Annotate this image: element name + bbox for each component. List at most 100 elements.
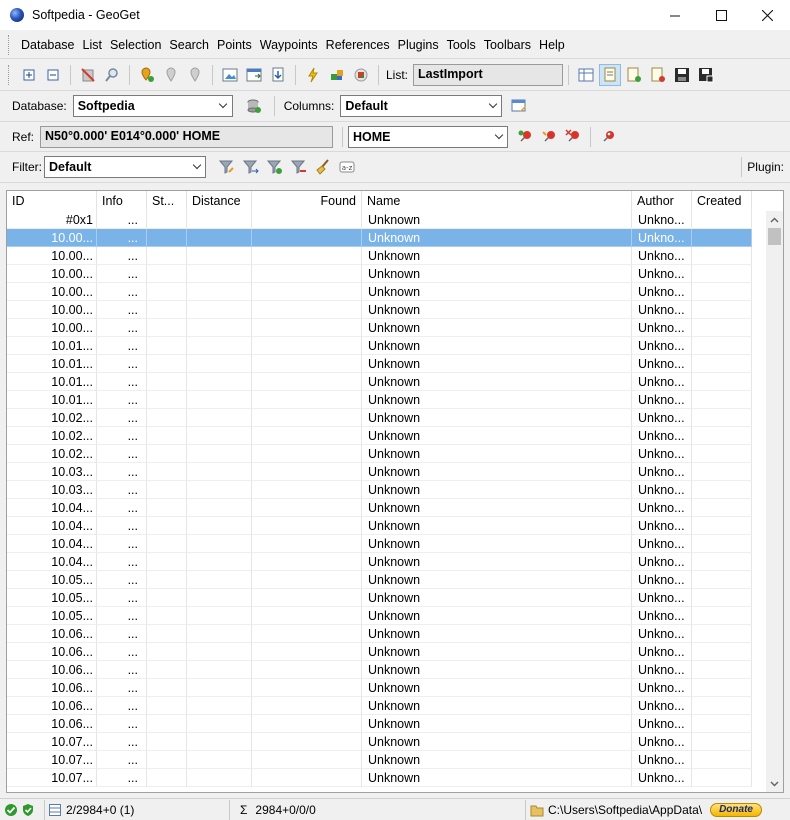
table-row[interactable]: 10.04...... Unknown Unkno... — [7, 499, 752, 517]
remove-waypoint-button[interactable] — [184, 64, 206, 86]
edit-waypoint-button[interactable] — [160, 64, 182, 86]
menu-references[interactable]: References — [322, 31, 394, 59]
maximize-button[interactable] — [698, 0, 744, 31]
table-row[interactable]: 10.06...... Unknown Unkno... — [7, 643, 752, 661]
table-row[interactable]: 10.01...... Unknown Unkno... — [7, 391, 752, 409]
menu-waypoints[interactable]: Waypoints — [256, 31, 322, 59]
database-select[interactable]: Softpedia — [72, 95, 233, 117]
ref-point-select[interactable]: HOME — [348, 125, 509, 148]
remove-from-list-button[interactable] — [647, 64, 669, 86]
table-row[interactable]: 10.01...... Unknown Unkno... — [7, 355, 752, 373]
filter-select[interactable]: Default — [44, 156, 206, 178]
table-row[interactable]: 10.06...... Unknown Unkno... — [7, 661, 752, 679]
scroll-up-button[interactable] — [766, 211, 783, 228]
sort-button[interactable]: a-z — [336, 156, 358, 178]
map-button[interactable] — [219, 64, 241, 86]
donate-button[interactable]: Donate — [710, 802, 762, 817]
database-add-button[interactable] — [243, 95, 265, 117]
run-macro-button[interactable] — [302, 64, 324, 86]
add-to-list-button[interactable] — [623, 64, 645, 86]
table-row[interactable]: 10.00...... Unknown Unkno... — [7, 265, 752, 283]
chevron-down-icon[interactable] — [188, 157, 205, 177]
table-row[interactable]: 10.06...... Unknown Unkno... — [7, 697, 752, 715]
table-row[interactable]: 10.05...... Unknown Unkno... — [7, 607, 752, 625]
column-header-distance[interactable]: Distance — [187, 191, 252, 211]
menu-list[interactable]: List — [79, 31, 106, 59]
table-row[interactable]: 10.00...... Unknown Unkno... — [7, 301, 752, 319]
table-row[interactable]: 10.06...... Unknown Unkno... — [7, 715, 752, 733]
filter-edit-button[interactable] — [216, 156, 238, 178]
table-row[interactable]: 10.04...... Unknown Unkno... — [7, 553, 752, 571]
table-row[interactable]: 10.00...... Unknown Unkno... — [7, 319, 752, 337]
minimize-button[interactable] — [652, 0, 698, 31]
chevron-down-icon[interactable] — [215, 96, 232, 116]
collapse-all-button[interactable] — [42, 64, 64, 86]
column-header-name[interactable]: Name — [362, 191, 632, 211]
delete-cache-button[interactable] — [77, 64, 99, 86]
save-as-button[interactable] — [695, 64, 717, 86]
table-row[interactable]: 10.00...... Unknown Unkno... — [7, 283, 752, 301]
menu-plugins[interactable]: Plugins — [394, 31, 443, 59]
chevron-down-icon[interactable] — [490, 127, 507, 147]
ref-home-button[interactable] — [597, 126, 619, 148]
expand-all-button[interactable] — [18, 64, 40, 86]
vertical-scrollbar[interactable] — [766, 211, 783, 792]
table-row[interactable]: 10.04...... Unknown Unkno... — [7, 517, 752, 535]
table-row[interactable]: 10.00...... Unknown Unkno... — [7, 229, 752, 247]
table-row[interactable]: 10.04...... Unknown Unkno... — [7, 535, 752, 553]
table-row[interactable]: 10.01...... Unknown Unkno... — [7, 373, 752, 391]
menu-selection[interactable]: Selection — [106, 31, 165, 59]
table-row[interactable]: 10.06...... Unknown Unkno... — [7, 679, 752, 697]
table-row[interactable]: 10.05...... Unknown Unkno... — [7, 589, 752, 607]
export-button[interactable] — [243, 64, 265, 86]
search-button[interactable] — [101, 64, 123, 86]
table-row[interactable]: 10.07...... Unknown Unkno... — [7, 751, 752, 769]
ref-coords-field[interactable]: N50°0.000' E014°0.000' HOME — [40, 125, 334, 148]
table-row[interactable]: 10.07...... Unknown Unkno... — [7, 769, 752, 787]
edit-columns-button[interactable] — [508, 95, 530, 117]
geocache-grid[interactable]: ID Info St... Distance Found Name Author… — [6, 190, 784, 793]
ref-edit-button[interactable] — [538, 126, 560, 148]
close-button[interactable] — [744, 0, 790, 31]
ref-delete-button[interactable] — [562, 126, 584, 148]
list-name-field[interactable]: LastImport — [413, 64, 564, 86]
ref-add-button[interactable] — [514, 126, 536, 148]
table-row[interactable]: 10.00...... Unknown Unkno... — [7, 247, 752, 265]
column-header-found[interactable]: Found — [252, 191, 362, 211]
save-list-button[interactable] — [671, 64, 693, 86]
table-row[interactable]: 10.02...... Unknown Unkno... — [7, 427, 752, 445]
table-row[interactable]: 10.01...... Unknown Unkno... — [7, 337, 752, 355]
column-header-created[interactable]: Created — [692, 191, 752, 211]
table-row[interactable]: 10.06...... Unknown Unkno... — [7, 625, 752, 643]
columns-select[interactable]: Default — [340, 95, 503, 117]
grid-view-button[interactable] — [575, 64, 597, 86]
filter-remove-button[interactable] — [288, 156, 310, 178]
scroll-down-button[interactable] — [766, 775, 783, 792]
toolbar-grip[interactable] — [8, 65, 11, 85]
table-row[interactable]: 10.02...... Unknown Unkno... — [7, 445, 752, 463]
menu-database[interactable]: Database — [17, 31, 79, 59]
filter-clear-button[interactable] — [312, 156, 334, 178]
column-header-info[interactable]: Info — [97, 191, 147, 211]
column-header-status[interactable]: St... — [147, 191, 187, 211]
column-header-author[interactable]: Author — [632, 191, 692, 211]
table-row[interactable]: 10.05...... Unknown Unkno... — [7, 571, 752, 589]
menu-grip[interactable] — [8, 34, 11, 55]
filter-add-button[interactable] — [264, 156, 286, 178]
plugins-button[interactable] — [326, 64, 348, 86]
menu-search[interactable]: Search — [165, 31, 213, 59]
menu-toolbars[interactable]: Toolbars — [480, 31, 535, 59]
table-row[interactable]: 10.02...... Unknown Unkno... — [7, 409, 752, 427]
geocache-button[interactable] — [350, 64, 372, 86]
import-button[interactable] — [267, 64, 289, 86]
add-waypoint-button[interactable] — [136, 64, 158, 86]
column-header-id[interactable]: ID — [7, 191, 97, 211]
table-row[interactable]: 10.03...... Unknown Unkno... — [7, 481, 752, 499]
chevron-down-icon[interactable] — [484, 96, 501, 116]
scroll-thumb[interactable] — [768, 228, 781, 245]
table-row[interactable]: 10.03...... Unknown Unkno... — [7, 463, 752, 481]
list-view-button[interactable] — [599, 64, 622, 86]
table-row[interactable]: 10.07...... Unknown Unkno... — [7, 733, 752, 751]
menu-help[interactable]: Help — [535, 31, 569, 59]
menu-tools[interactable]: Tools — [443, 31, 480, 59]
